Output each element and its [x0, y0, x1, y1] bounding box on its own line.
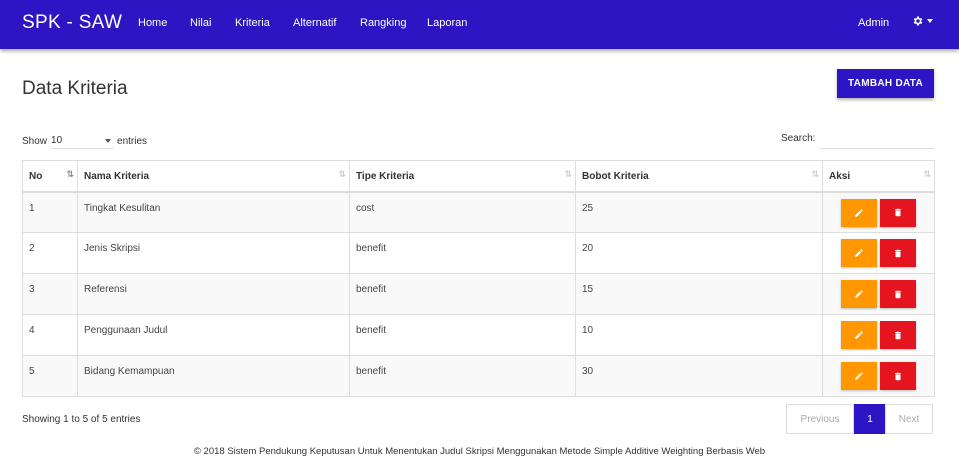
- trash-icon: [895, 249, 901, 257]
- footer-copyright: © 2018 Sistem Pendukung Keputusan Untuk …: [193, 446, 766, 457]
- search-input[interactable]: [820, 130, 934, 149]
- pencil-icon: [855, 372, 863, 380]
- cell-tipe-kriteria: cost: [349, 191, 576, 233]
- column-header-nama[interactable]: Nama Kriteria ⇅: [77, 160, 350, 193]
- entries-select-value: 10: [51, 135, 63, 146]
- delete-button[interactable]: [880, 280, 916, 308]
- brand-logo[interactable]: SPK - SAW: [22, 12, 122, 34]
- sort-icon: ⇅: [923, 169, 930, 179]
- trash-icon: [895, 372, 901, 380]
- table-row: 1 Tingkat Kesulitan cost 25: [22, 191, 935, 233]
- cell-bobot-kriteria: 20: [575, 232, 823, 274]
- cell-nama-kriteria: Penggunaan Judul: [77, 314, 350, 356]
- cell-no: 5: [22, 355, 78, 397]
- trash-icon: [895, 331, 901, 339]
- cell-bobot-kriteria: 25: [575, 191, 823, 233]
- cell-tipe-kriteria: benefit: [349, 314, 576, 356]
- cell-aksi: [822, 232, 935, 274]
- pencil-icon: [855, 290, 863, 298]
- delete-button[interactable]: [880, 198, 916, 227]
- edit-button[interactable]: [841, 239, 877, 267]
- cell-nama-kriteria: Referensi: [77, 273, 350, 315]
- cell-tipe-kriteria: benefit: [349, 355, 576, 397]
- column-header-tipe[interactable]: Tipe Kriteria ⇅: [349, 160, 576, 193]
- nav-user-admin[interactable]: Admin: [858, 17, 889, 29]
- nav-kriteria[interactable]: Kriteria: [235, 17, 270, 29]
- next-page-button[interactable]: Next: [885, 404, 933, 434]
- previous-page-button[interactable]: Previous: [786, 404, 854, 434]
- search-label: Search:: [781, 133, 816, 144]
- kriteria-table: No ⇅ Nama Kriteria ⇅ Tipe Kriteria ⇅ Bobot …: [22, 160, 935, 397]
- edit-button[interactable]: [841, 321, 877, 349]
- nav-laporan[interactable]: Laporan: [427, 17, 467, 29]
- table-row: 3 Referensi benefit 15: [22, 273, 935, 315]
- cell-nama-kriteria: Bidang Kemampuan: [77, 355, 350, 397]
- page-title: Data Kriteria: [22, 78, 128, 99]
- edit-button[interactable]: [841, 362, 877, 390]
- cell-tipe-kriteria: benefit: [349, 232, 576, 274]
- cell-no: 3: [22, 273, 78, 315]
- table-row: 5 Bidang Kemampuan benefit 30: [22, 355, 935, 397]
- cell-tipe-kriteria: benefit: [349, 273, 576, 315]
- nav-rangking[interactable]: Rangking: [360, 17, 406, 29]
- chevron-down-icon: [927, 19, 933, 23]
- sort-icon: ⇅: [811, 169, 818, 179]
- sort-icon: ⇅: [564, 169, 571, 179]
- entries-label: entries: [117, 135, 148, 147]
- table-row: 2 Jenis Skripsi benefit 20: [22, 232, 935, 274]
- cell-nama-kriteria: Jenis Skripsi: [77, 232, 350, 274]
- table-row: 4 Penggunaan Judul benefit 10: [22, 314, 935, 356]
- cell-no: 1: [22, 191, 78, 233]
- chevron-down-icon: [105, 138, 112, 143]
- trash-icon: [895, 290, 901, 298]
- cell-aksi: [822, 355, 935, 397]
- pencil-icon: [855, 331, 863, 339]
- delete-button[interactable]: [880, 362, 916, 390]
- settings-dropdown[interactable]: [912, 15, 933, 27]
- gear-icon: [913, 16, 923, 26]
- trash-icon: [895, 208, 901, 217]
- nav-nilai[interactable]: Nilai: [190, 17, 211, 29]
- cell-aksi: [822, 191, 935, 233]
- sort-icon: ⇅: [338, 169, 345, 179]
- edit-button[interactable]: [841, 280, 877, 308]
- cell-aksi: [822, 314, 935, 356]
- cell-aksi: [822, 273, 935, 315]
- show-label: Show: [22, 135, 48, 147]
- length-control: Show 10 entries: [22, 133, 147, 149]
- pagination: Previous 1 Next: [786, 404, 933, 434]
- nav-home[interactable]: Home: [138, 17, 167, 29]
- entries-select[interactable]: 10: [51, 133, 114, 149]
- nav-alternatif[interactable]: Alternatif: [293, 17, 336, 29]
- edit-button[interactable]: [841, 198, 877, 227]
- add-data-button[interactable]: TAMBAH DATA: [837, 69, 934, 98]
- table-info: Showing 1 to 5 of 5 entries: [22, 414, 141, 425]
- delete-button[interactable]: [880, 239, 916, 267]
- delete-button[interactable]: [880, 321, 916, 349]
- cell-bobot-kriteria: 15: [575, 273, 823, 315]
- pencil-icon: [855, 208, 863, 217]
- pencil-icon: [855, 249, 863, 257]
- cell-bobot-kriteria: 30: [575, 355, 823, 397]
- page-1-button[interactable]: 1: [854, 404, 886, 434]
- sort-asc-icon: ⇅: [66, 169, 73, 179]
- navbar: SPK - SAW Home Nilai Kriteria Alternatif…: [0, 0, 959, 49]
- column-header-bobot[interactable]: Bobot Kriteria ⇅: [575, 160, 823, 193]
- cell-no: 4: [22, 314, 78, 356]
- cell-bobot-kriteria: 10: [575, 314, 823, 356]
- column-header-aksi[interactable]: Aksi ⇅: [822, 160, 935, 193]
- column-header-no[interactable]: No ⇅: [22, 160, 78, 193]
- table-header-row: No ⇅ Nama Kriteria ⇅ Tipe Kriteria ⇅ Bobot …: [22, 160, 935, 193]
- cell-nama-kriteria: Tingkat Kesulitan: [77, 191, 350, 233]
- cell-no: 2: [22, 232, 78, 274]
